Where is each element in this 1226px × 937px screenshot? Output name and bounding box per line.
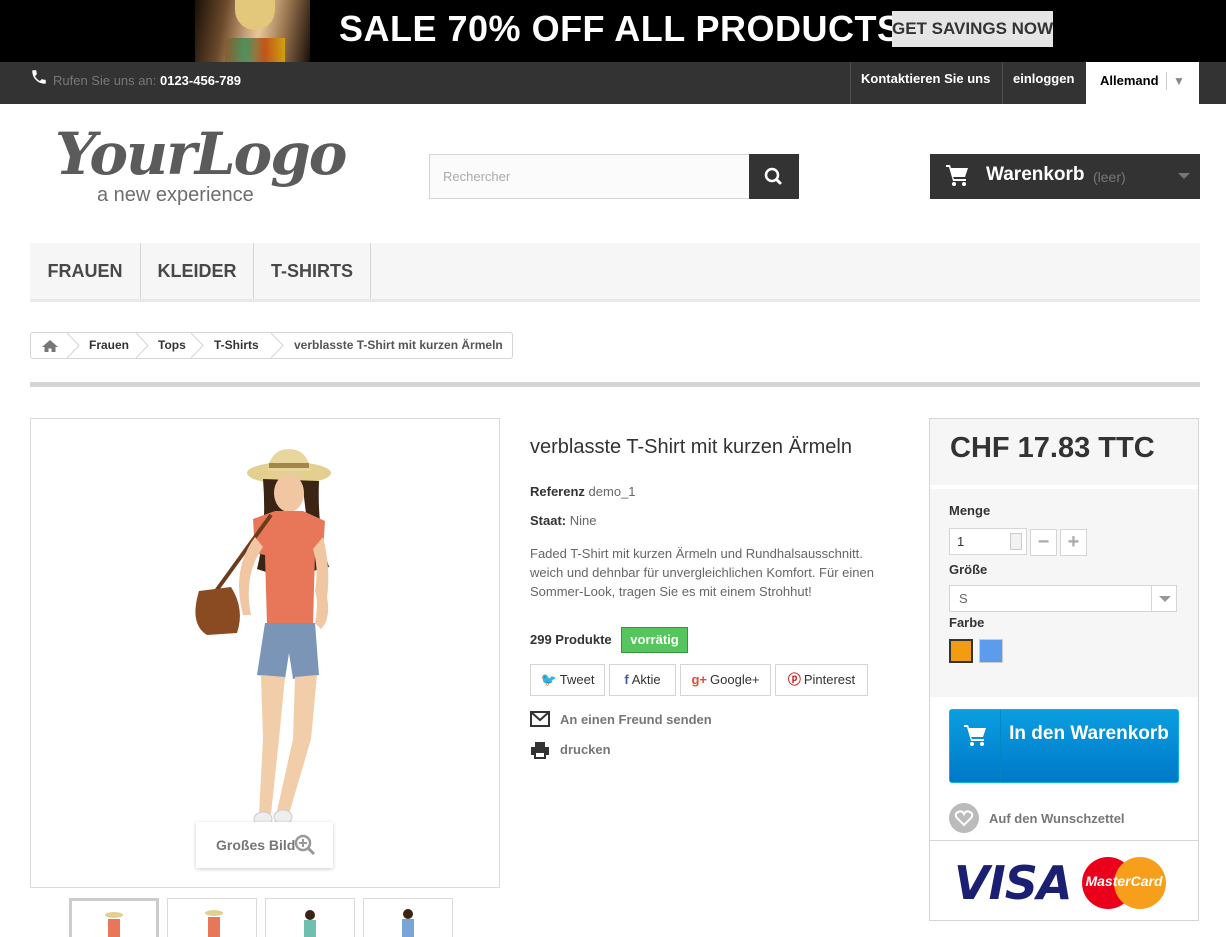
wishlist-button[interactable]: Auf den Wunschzettel	[949, 803, 1189, 833]
stock-count: 299 Produkte	[530, 632, 612, 647]
product-options: Menge 1 − + Größe S Farbe	[930, 489, 1198, 697]
product-reference: Referenz demo_1	[530, 484, 636, 499]
size-value: S	[959, 591, 968, 606]
product-price: CHF 17.83 TTC	[950, 432, 1155, 464]
main-menu: FRAUEN KLEIDER T-SHIRTS	[30, 243, 1200, 302]
facebook-icon: f	[624, 672, 629, 687]
condition-value: Nine	[569, 513, 597, 528]
cart-icon	[964, 725, 986, 746]
send-to-friend-label: An einen Freund senden	[560, 712, 712, 727]
color-swatch-blue[interactable]	[979, 639, 1003, 663]
print-label: drucken	[560, 742, 611, 757]
login-link[interactable]: einloggen	[1002, 62, 1084, 104]
logo-script: YourLogo	[55, 120, 347, 188]
condition-label: Staat:	[530, 513, 567, 528]
contact-link[interactable]: Kontaktieren Sie uns	[850, 62, 1000, 104]
cart-icon	[946, 165, 968, 186]
site-logo[interactable]: YourLogo a new experience	[55, 120, 347, 215]
search-button[interactable]	[749, 154, 799, 199]
product-title: verblasste T-Shirt mit kurzen Ärmeln	[530, 436, 852, 458]
search-icon	[764, 167, 782, 185]
mastercard-logo: MasterCard	[1082, 857, 1166, 909]
breadcrumb-item[interactable]: Tops	[158, 333, 186, 358]
zoom-in-icon	[294, 834, 316, 856]
stock-status-badge: vorrätig	[621, 627, 688, 653]
envelope-icon	[530, 711, 550, 727]
breadcrumb-item[interactable]: T-Shirts	[214, 333, 259, 358]
language-selector[interactable]: Allemand ▼	[1086, 62, 1199, 104]
search-input[interactable]: Rechercher	[429, 154, 750, 199]
pinterest-label: Pinterest	[803, 672, 856, 687]
mastercard-text: MasterCard	[1085, 873, 1163, 889]
quantity-label: Menge	[949, 503, 991, 518]
print-icon	[531, 742, 549, 759]
quantity-input[interactable]: 1	[949, 528, 1027, 555]
banner-title: SALE 70% OFF ALL PRODUCTS	[339, 8, 902, 49]
thumbnail[interactable]	[167, 898, 257, 937]
visa-logo: VISA	[954, 856, 1072, 910]
add-to-cart-button[interactable]: In den Warenkorb	[949, 709, 1179, 783]
google-label: Google+	[710, 672, 760, 687]
chevron-down-icon	[1178, 173, 1190, 179]
chevron-down-icon	[1151, 586, 1176, 611]
quantity-value: 1	[957, 534, 965, 549]
phone-number: 0123-456-789	[159, 73, 241, 88]
breadcrumb-item[interactable]: Frauen	[89, 333, 129, 358]
heart-icon	[949, 803, 979, 833]
thumbnail[interactable]	[69, 898, 159, 937]
zoom-label: Großes Bild	[216, 837, 296, 853]
breadcrumb-current: verblasste T-Shirt mit kurzen Ärmeln	[294, 338, 503, 352]
language-label: Allemand	[1100, 73, 1159, 88]
product-image[interactable]	[30, 418, 500, 888]
menu-item-kleider[interactable]: KLEIDER	[141, 243, 254, 299]
product-description: Faded T-Shirt mit kurzen Ärmeln und Rund…	[530, 546, 874, 599]
size-label: Größe	[949, 562, 988, 577]
wishlist-label: Auf den Wunschzettel	[989, 811, 1125, 826]
zoom-button[interactable]: Großes Bild	[196, 822, 333, 868]
home-icon[interactable]	[41, 333, 59, 358]
phone-info: Rufen Sie uns an: 0123-456-789	[53, 73, 241, 88]
google-plus-button[interactable]: g+ Google+	[680, 664, 771, 696]
quantity-spinner[interactable]	[1010, 533, 1022, 550]
banner-model-image	[195, 0, 310, 62]
section-divider	[30, 382, 1200, 387]
product-condition: Staat: Nine	[530, 513, 597, 528]
color-swatch-orange[interactable]	[949, 639, 973, 663]
breadcrumb: Frauen Tops T-Shirts verblasste T-Shirt …	[30, 332, 513, 359]
quantity-increase-button[interactable]: +	[1060, 529, 1087, 556]
buy-box: CHF 17.83 TTC Menge 1 − + Größe S Farbe …	[929, 418, 1199, 921]
promo-banner[interactable]: SALE 70% OFF ALL PRODUCTS GET SAVINGS NO…	[0, 0, 1226, 62]
color-label: Farbe	[949, 615, 985, 630]
call-label: Rufen Sie uns an:	[53, 73, 157, 88]
get-savings-button[interactable]: GET SAVINGS NOW	[892, 11, 1053, 47]
product-model-image	[195, 449, 331, 827]
facebook-label: Aktie	[631, 672, 661, 687]
size-select[interactable]: S	[949, 585, 1177, 612]
cart-label: Warenkorb	[986, 164, 1085, 185]
reference-label: Referenz	[530, 484, 585, 499]
phone-icon	[32, 70, 46, 84]
pinterest-button[interactable]: ⓟ Pinterest	[775, 664, 868, 696]
menu-item-tshirts[interactable]: T-SHIRTS	[254, 243, 371, 299]
google-plus-icon: g+	[691, 672, 708, 687]
quantity-decrease-button[interactable]: −	[1030, 529, 1057, 556]
cart-button[interactable]: Warenkorb (leer)	[930, 154, 1200, 199]
price-area: CHF 17.83 TTC	[930, 419, 1198, 485]
thumbnail[interactable]	[363, 898, 453, 937]
add-to-cart-label: In den Warenkorb	[1009, 723, 1169, 744]
reference-value: demo_1	[588, 484, 636, 499]
cart-status: (leer)	[1093, 169, 1126, 185]
menu-item-frauen[interactable]: FRAUEN	[30, 243, 141, 299]
chevron-down-icon: ▼	[1173, 74, 1185, 88]
pinterest-icon: ⓟ	[787, 672, 801, 687]
facebook-share-button[interactable]: f Aktie	[609, 664, 676, 696]
logo-tagline: a new experience	[97, 184, 254, 206]
top-bar: Rufen Sie uns an: 0123-456-789 Kontaktie…	[0, 62, 1226, 104]
tweet-button[interactable]: 🐦 Tweet	[530, 664, 605, 696]
tweet-label: Tweet	[559, 672, 595, 687]
thumbnail[interactable]	[265, 898, 355, 937]
twitter-icon: 🐦	[540, 672, 557, 687]
